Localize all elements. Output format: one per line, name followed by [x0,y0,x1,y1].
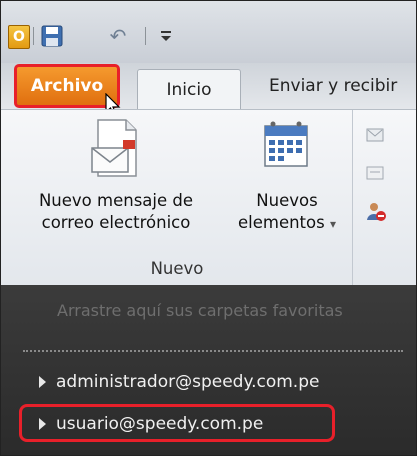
outlook-icon[interactable]: O [8,25,30,49]
cleanup-icon[interactable] [365,162,387,184]
partial-ribbon-group [359,110,416,286]
expand-arrow-icon[interactable] [39,376,46,388]
navigation-pane: Arrastre aquí sus carpetas favoritas adm… [1,285,416,455]
new-email-label-line2: correo electrónico [41,213,191,232]
ribbon-home: Nuevo mensaje de correo electrónico Nuev… [1,109,416,286]
new-items-label-line1: Nuevos [256,191,318,210]
outlook-window: O ↶ Archivo Inicio Enviar y recibir Nuev… [0,0,417,456]
account-label: administrador@speedy.com.pe [56,372,320,392]
tab-enviar-y-recibir[interactable]: Enviar y recibir [269,63,416,109]
group-nuevo: Nuevo mensaje de correo electrónico Nuev… [1,110,353,286]
chevron-down-icon: ▾ [329,217,336,231]
customize-toolbar-dropdown[interactable] [157,25,175,47]
new-items-icon [264,121,308,167]
new-email-label-line1: Nuevo mensaje de [38,191,194,210]
toolbar-separator [145,27,146,45]
toolbar-separator [33,27,34,45]
save-icon[interactable] [41,25,63,47]
new-email-button[interactable]: Nuevo mensaje de correo electrónico [5,116,227,234]
ribbon-tabs: Archivo Inicio Enviar y recibir [1,63,416,109]
new-email-icon [91,119,137,177]
new-items-button[interactable]: Nuevos elementos ▾ [233,116,341,235]
new-items-label-line2: elementos ▾ [238,212,336,235]
favorites-drop-hint: Arrastre aquí sus carpetas favoritas [57,301,343,320]
favorites-divider [23,350,403,352]
undo-icon[interactable]: ↶ [105,24,131,48]
highlight-annotation [19,404,335,442]
junk-icon[interactable] [365,200,387,222]
quick-access-toolbar: O ↶ [1,1,416,63]
group-label-nuevo: Nuevo [150,259,204,278]
tab-inicio[interactable]: Inicio [137,69,241,109]
account-administrador[interactable]: administrador@speedy.com.pe [39,367,319,397]
new-items-label-text: elementos [237,213,325,232]
ignore-icon[interactable] [365,124,387,146]
